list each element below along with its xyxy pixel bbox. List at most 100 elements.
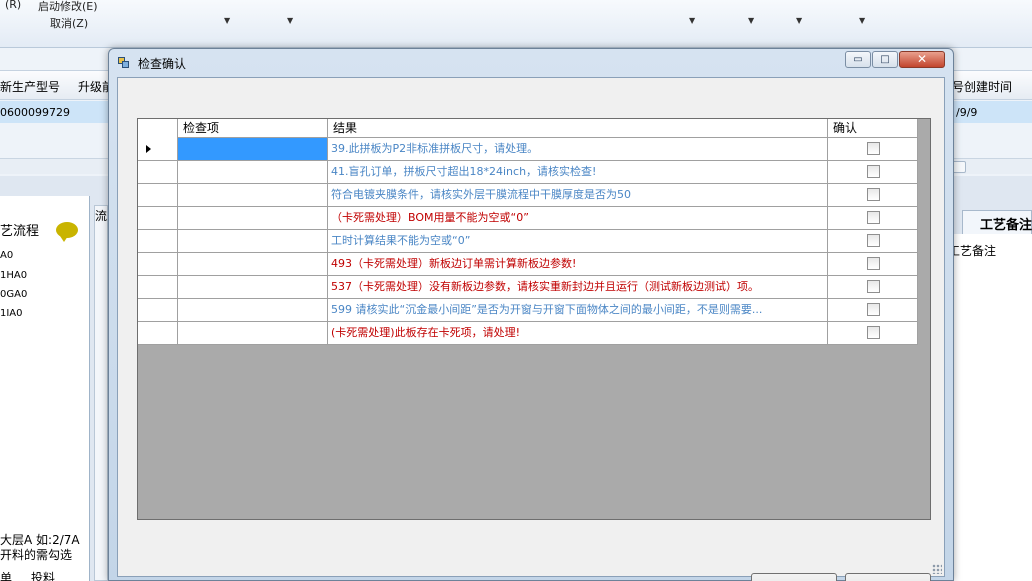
close-button[interactable]: ✕: [899, 51, 945, 68]
check-item-cell[interactable]: [178, 138, 328, 160]
row-header-cell[interactable]: [138, 230, 178, 252]
row-header-cell[interactable]: [138, 276, 178, 298]
check-item-cell[interactable]: [178, 207, 328, 229]
confirm-checkbox[interactable]: [867, 165, 880, 178]
ok-button[interactable]: 确定: [845, 573, 931, 581]
table-row[interactable]: 493（卡死需处理）新板边订单需计算新板边参数!: [138, 253, 918, 276]
dropdown-arrow-icon[interactable]: ▼: [748, 16, 754, 25]
check-item-cell[interactable]: [178, 299, 328, 321]
result-cell[interactable]: 493（卡死需处理）新板边订单需计算新板边参数!: [328, 253, 828, 275]
scrollbar-thumb[interactable]: [952, 161, 966, 173]
result-cell[interactable]: 符合电镀夹膜条件，请核实外层干膜流程中干膜厚度是否为50: [328, 184, 828, 206]
dialog-client-area: 检查项 结果 确认 39.此拼板为P2非标准拼板尺寸，请处理。 41.盲孔订单，拼…: [117, 77, 945, 581]
dialog-titlebar[interactable]: 检查确认 ▭ □ ✕: [109, 49, 953, 75]
process-item[interactable]: 0GA0: [0, 289, 27, 300]
minimize-button[interactable]: ▭: [845, 51, 871, 68]
confirm-cell: [828, 322, 918, 344]
toolbar-item-r[interactable]: (R): [5, 0, 21, 11]
process-item[interactable]: 1HA0: [0, 270, 27, 281]
confirm-checkbox[interactable]: [867, 326, 880, 339]
bottom-tab[interactable]: 投料: [31, 569, 55, 581]
result-cell[interactable]: 41.盲孔订单，拼板尺寸超出18*24inch，请核实检查!: [328, 161, 828, 183]
confirm-checkbox[interactable]: [867, 211, 880, 224]
confirm-cell: [828, 299, 918, 321]
confirm-checkbox[interactable]: [867, 257, 880, 270]
result-cell[interactable]: （卡死需处理）BOM用量不能为空或“0”: [328, 207, 828, 229]
flow-label: 流: [95, 209, 108, 223]
table-row[interactable]: 符合电镀夹膜条件，请核实外层干膜流程中干膜厚度是否为50: [138, 184, 918, 207]
confirm-cell: [828, 230, 918, 252]
column-header-created-time[interactable]: 号创建时间: [952, 78, 1012, 95]
row-header-cell[interactable]: [138, 138, 178, 160]
window-app-icon: [118, 57, 130, 68]
column-header-result[interactable]: 结果: [328, 119, 828, 138]
confirm-checkbox[interactable]: [867, 280, 880, 293]
table-row[interactable]: (卡死需处理)此板存在卡死项，请处理!: [138, 322, 918, 345]
comment-bubble-icon[interactable]: [56, 222, 78, 242]
table-row[interactable]: 599 请核实此“沉金最小间距”是否为开窗与开窗下面物体之间的最小间距，不是则需…: [138, 299, 918, 322]
table-row[interactable]: 41.盲孔订单，拼板尺寸超出18*24inch，请核实检查!: [138, 161, 918, 184]
process-flow-panel: [0, 196, 90, 581]
row-header-cell[interactable]: [138, 253, 178, 275]
export-button[interactable]: 导出: [751, 573, 837, 581]
column-header-confirm[interactable]: 确认: [828, 119, 918, 138]
row-header-cell[interactable]: [138, 207, 178, 229]
confirm-cell: [828, 138, 918, 160]
check-item-cell[interactable]: [178, 230, 328, 252]
table-row[interactable]: 39.此拼板为P2非标准拼板尺寸，请处理。: [138, 138, 918, 161]
column-header-model[interactable]: 新生产型号: [0, 78, 60, 95]
dropdown-arrow-icon[interactable]: ▼: [859, 16, 865, 25]
process-flow-title: 艺流程: [0, 224, 40, 239]
confirm-cell: [828, 161, 918, 183]
row-header-cell[interactable]: [138, 184, 178, 206]
row-header-column: [138, 119, 178, 138]
confirm-checkbox[interactable]: [867, 234, 880, 247]
check-item-cell[interactable]: [178, 322, 328, 344]
process-item[interactable]: A0: [0, 250, 13, 261]
dialog-title: 检查确认: [138, 57, 187, 71]
check-item-cell[interactable]: [178, 161, 328, 183]
confirm-checkbox[interactable]: [867, 188, 880, 201]
table-row[interactable]: 537（卡死需处理）没有新板边参数，请核实重新封边并且运行（测试新板边测试）项。: [138, 276, 918, 299]
check-item-cell[interactable]: [178, 184, 328, 206]
tab-process-notes-label: 工艺备注: [980, 218, 1032, 233]
confirm-cell: [828, 184, 918, 206]
table-row[interactable]: 工时计算结果不能为空或“0”: [138, 230, 918, 253]
toolbar-item-start-edit[interactable]: 启动修改(E): [38, 0, 98, 14]
dropdown-arrow-icon[interactable]: ▼: [224, 16, 230, 25]
column-header-check-item[interactable]: 检查项: [178, 119, 328, 138]
process-notes-panel: [948, 234, 1032, 581]
process-item[interactable]: 1IA0: [0, 308, 23, 319]
row-header-cell[interactable]: [138, 161, 178, 183]
bottom-tab[interactable]: 单: [0, 569, 12, 581]
current-row-pointer-icon: [146, 145, 151, 153]
dropdown-arrow-icon[interactable]: ▼: [689, 16, 695, 25]
result-cell[interactable]: (卡死需处理)此板存在卡死项，请处理!: [328, 322, 828, 344]
check-confirm-dialog: 检查确认 ▭ □ ✕ 检查项 结果 确认 39.此拼板为P2非标准拼板尺寸，请处…: [108, 48, 954, 581]
maximize-button[interactable]: □: [872, 51, 898, 68]
flow-splitter[interactable]: [94, 205, 108, 581]
result-cell[interactable]: 工时计算结果不能为空或“0”: [328, 230, 828, 252]
background-toolbar: (R) 启动修改(E) 取消(Z) ▼ ▼ ▼ ▼ ▼ ▼: [0, 0, 1032, 48]
dropdown-arrow-icon[interactable]: ▼: [796, 16, 802, 25]
result-cell[interactable]: 39.此拼板为P2非标准拼板尺寸，请处理。: [328, 138, 828, 160]
result-cell[interactable]: 537（卡死需处理）没有新板边参数，请核实重新封边并且运行（测试新板边测试）项。: [328, 276, 828, 298]
confirm-checkbox[interactable]: [867, 142, 880, 155]
check-item-cell[interactable]: [178, 253, 328, 275]
confirm-checkbox[interactable]: [867, 303, 880, 316]
confirm-cell: [828, 207, 918, 229]
row-header-cell[interactable]: [138, 299, 178, 321]
toolbar-item-cancel[interactable]: 取消(Z): [50, 15, 88, 31]
confirm-cell: [828, 276, 918, 298]
check-item-cell[interactable]: [178, 276, 328, 298]
resize-grip-icon[interactable]: [932, 564, 942, 574]
row-id: 0600099729: [0, 106, 70, 119]
dropdown-arrow-icon[interactable]: ▼: [287, 16, 293, 25]
result-cell[interactable]: 599 请核实此“沉金最小间距”是否为开窗与开窗下面物体之间的最小间距，不是则需…: [328, 299, 828, 321]
table-row[interactable]: （卡死需处理）BOM用量不能为空或“0”: [138, 207, 918, 230]
confirm-cell: [828, 253, 918, 275]
grid-header: 检查项 结果 确认: [138, 119, 918, 138]
row-header-cell[interactable]: [138, 322, 178, 344]
check-results-grid: 检查项 结果 确认 39.此拼板为P2非标准拼板尺寸，请处理。 41.盲孔订单，拼…: [137, 118, 931, 520]
process-notes-label: 工艺备注: [948, 244, 997, 258]
